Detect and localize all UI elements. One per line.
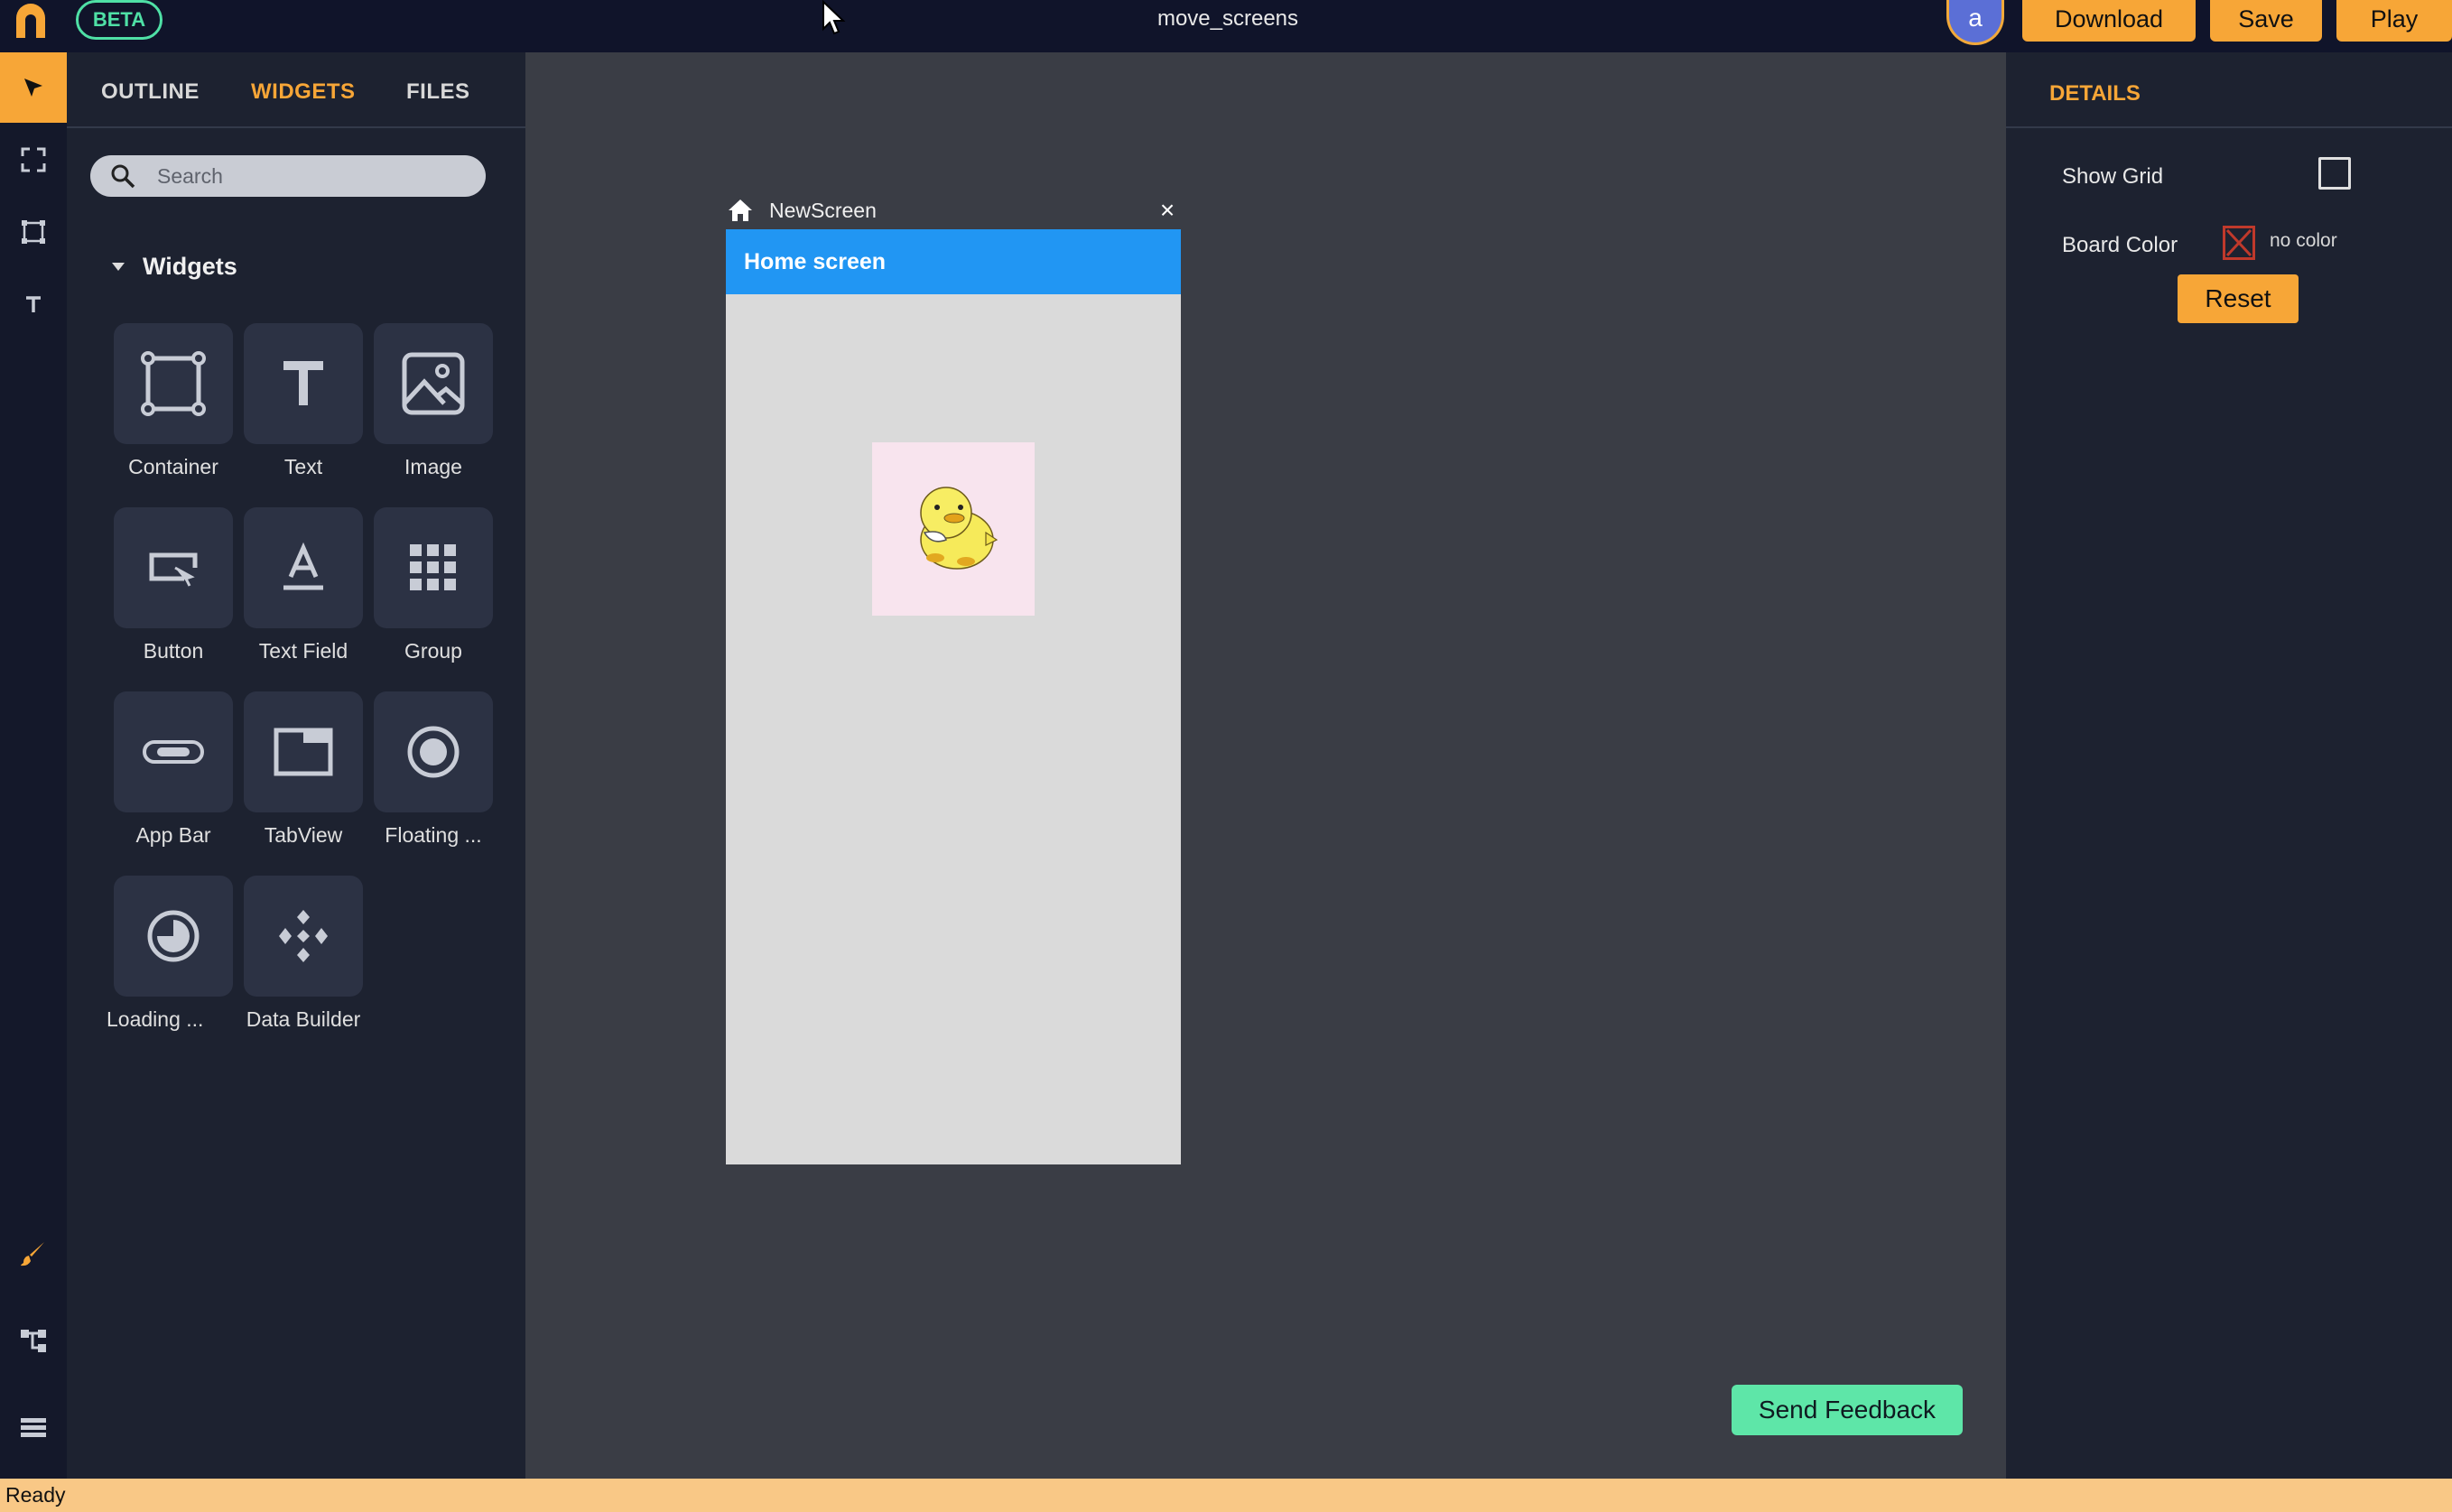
select-tool[interactable]: [0, 52, 67, 123]
button-icon: [149, 552, 198, 587]
widget-loading[interactable]: [114, 876, 233, 997]
collapse-triangle-icon: [112, 263, 125, 271]
show-grid-checkbox[interactable]: [2318, 157, 2351, 190]
widget-label: Text: [283, 455, 323, 478]
left-toolbar: [0, 52, 67, 1479]
screen-name: NewScreen: [769, 199, 877, 222]
close-icon[interactable]: ×: [1154, 197, 1181, 224]
radio-icon: [407, 726, 460, 778]
widget-tab-view[interactable]: [244, 691, 363, 812]
beta-badge: BETA: [76, 0, 163, 40]
loading-icon: [147, 910, 200, 962]
search-input[interactable]: [157, 161, 464, 191]
tab-outline[interactable]: OUTLINE: [101, 79, 200, 105]
widget-label: Image: [404, 455, 462, 478]
text-field-icon: [283, 542, 323, 590]
section-title: Widgets: [143, 253, 237, 280]
container-tool[interactable]: [0, 197, 67, 267]
divider: [2006, 126, 2452, 128]
play-button[interactable]: Play: [2336, 0, 2452, 42]
widget-label: App Bar: [135, 823, 211, 847]
tree-icon: [21, 1330, 46, 1352]
avatar[interactable]: a: [1946, 0, 2004, 45]
fullscreen-tool[interactable]: [0, 125, 67, 195]
widget-image[interactable]: [374, 323, 493, 444]
widget-label: TabView: [264, 823, 343, 847]
select-icon: [24, 79, 42, 97]
duck-image: [920, 487, 998, 570]
tab-view-icon: [274, 728, 333, 776]
container-icon: [141, 351, 206, 416]
home-icon: [729, 199, 752, 221]
text-tool[interactable]: [0, 269, 67, 339]
brush-icon: [21, 1242, 44, 1266]
widget-floating[interactable]: [374, 691, 493, 812]
container-tool-icon: [22, 220, 45, 244]
image-icon: [402, 352, 465, 415]
widget-data-builder[interactable]: [244, 876, 363, 997]
tab-widgets[interactable]: WIDGETS: [251, 79, 356, 105]
send-feedback-button[interactable]: Send Feedback: [1732, 1385, 1963, 1435]
widget-group[interactable]: [374, 507, 493, 628]
text-icon: [283, 361, 323, 405]
list-tool[interactable]: [0, 1392, 67, 1462]
no-color-icon: [2225, 228, 2252, 257]
show-grid-label: Show Grid: [2062, 164, 2164, 189]
widget-label: Loading ...: [107, 1007, 204, 1031]
search-icon: [111, 164, 135, 189]
board-color-value: no color: [2270, 230, 2337, 251]
screen-header[interactable]: NewScreen ×: [726, 197, 1181, 229]
status-bar: Ready: [0, 1479, 2452, 1512]
fullscreen-icon: [21, 147, 46, 172]
reset-button[interactable]: Reset: [2178, 274, 2299, 323]
board-color-swatch[interactable]: [2223, 226, 2255, 260]
widget-label: Data Builder: [246, 1007, 361, 1031]
download-button[interactable]: Download: [2022, 0, 2196, 42]
mouse-cursor-icon: [822, 0, 846, 35]
image-widget[interactable]: [872, 442, 1035, 616]
tree-tool[interactable]: [0, 1305, 67, 1376]
app-bar-icon: [143, 740, 204, 764]
list-icon: [21, 1418, 46, 1437]
widget-label: Floating ...: [385, 823, 482, 847]
data-builder-icon: [279, 910, 328, 962]
app-logo-icon[interactable]: [11, 2, 51, 38]
widgets-section-header[interactable]: Widgets: [112, 253, 237, 281]
style-tool[interactable]: [0, 1219, 67, 1289]
widget-label: Button: [143, 639, 204, 663]
top-bar: BETA move_screens a Download Save Play: [0, 0, 2452, 52]
panel-tabs: OUTLINE WIDGETS FILES: [67, 52, 525, 128]
widget-text-field[interactable]: [244, 507, 363, 628]
widget-text[interactable]: [244, 323, 363, 444]
project-title: move_screens: [1156, 6, 1299, 31]
app-bar-preview[interactable]: Home screen: [726, 229, 1181, 294]
grid-icon: [410, 544, 456, 590]
search-box: [90, 155, 486, 197]
widget-button[interactable]: [114, 507, 233, 628]
phone-screen-preview[interactable]: Home screen: [726, 229, 1181, 1164]
board-color-label: Board Color: [2062, 233, 2178, 257]
text-tool-icon: [26, 296, 41, 312]
widget-container[interactable]: [114, 323, 233, 444]
widget-label: Text Field: [258, 639, 348, 663]
tab-files[interactable]: FILES: [406, 79, 470, 105]
details-panel: DETAILS Show Grid Board Color no color R…: [2006, 52, 2452, 1479]
tab-details[interactable]: DETAILS: [2049, 81, 2141, 107]
widgets-panel: OUTLINE WIDGETS FILES Widgets Container …: [67, 52, 525, 1479]
widget-app-bar[interactable]: [114, 691, 233, 812]
widget-label: Group: [404, 639, 462, 663]
save-button[interactable]: Save: [2210, 0, 2322, 42]
widget-label: Container: [128, 455, 218, 478]
